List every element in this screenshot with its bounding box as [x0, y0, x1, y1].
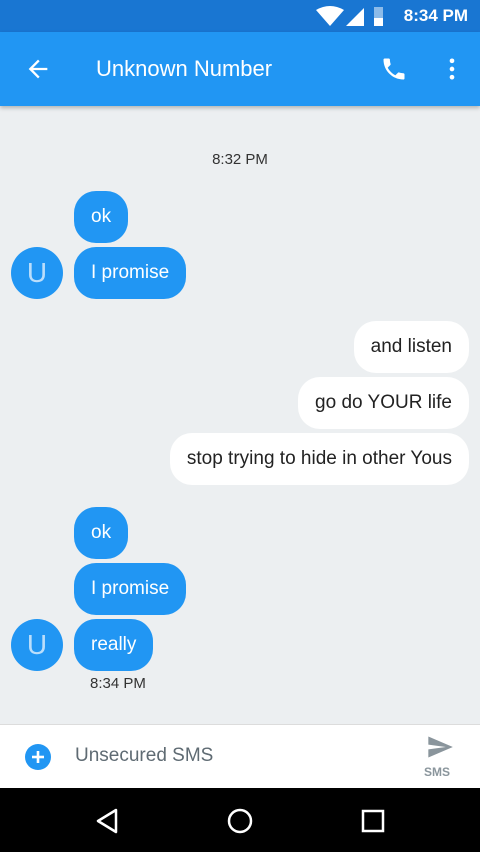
contact-avatar[interactable]: U — [11, 247, 63, 299]
add-attachment-icon[interactable] — [25, 744, 51, 770]
status-bar: 8:34 PM — [0, 0, 480, 32]
message-list[interactable]: 8:32 PM ok I promise U and listen go do … — [0, 106, 480, 724]
app-bar: Unknown Number — [0, 32, 480, 106]
wifi-icon — [316, 6, 344, 26]
cellular-signal-icon — [346, 8, 364, 26]
message-timestamp: 8:32 PM — [212, 151, 268, 168]
message-input[interactable]: Unsecured SMS — [75, 745, 213, 767]
status-icons — [316, 6, 383, 26]
home-nav-icon[interactable] — [225, 806, 255, 836]
recents-nav-icon[interactable] — [358, 806, 388, 836]
compose-bar: Unsecured SMS SMS — [0, 724, 480, 789]
phone-call-icon[interactable] — [380, 55, 408, 83]
back-nav-icon[interactable] — [92, 806, 122, 836]
conversation-title: Unknown Number — [96, 56, 273, 81]
message-timestamp: 8:34 PM — [90, 675, 146, 692]
back-arrow-icon[interactable] — [24, 55, 52, 83]
incoming-message[interactable]: I promise — [74, 563, 187, 615]
send-icon[interactable] — [424, 733, 456, 761]
incoming-message[interactable]: really — [74, 619, 154, 671]
incoming-message[interactable]: I promise — [74, 247, 187, 299]
contact-avatar[interactable]: U — [11, 619, 63, 671]
incoming-message[interactable]: ok — [74, 507, 129, 559]
more-options-icon[interactable] — [438, 55, 466, 83]
outgoing-message[interactable]: go do YOUR life — [298, 377, 469, 429]
outgoing-message[interactable]: and listen — [353, 321, 469, 373]
outgoing-message[interactable]: stop trying to hide in other Yous — [169, 433, 469, 485]
status-time: 8:34 PM — [403, 6, 468, 25]
send-sms-label[interactable]: SMS — [424, 765, 450, 779]
navigation-bar — [0, 788, 480, 852]
incoming-message[interactable]: ok — [74, 191, 129, 243]
